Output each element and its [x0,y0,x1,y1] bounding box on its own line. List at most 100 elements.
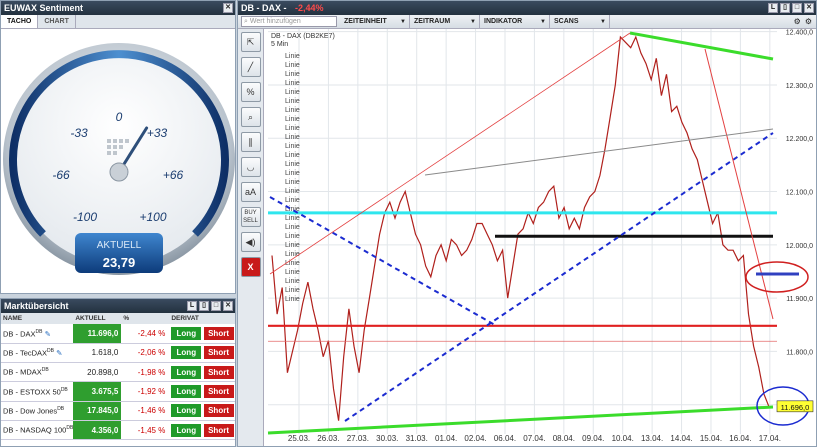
col-aktuell[interactable]: AKTUELL [73,313,122,324]
y-tick-label: 12.300,0 [786,83,813,90]
sentiment-panel: EUWAX Sentiment ✕ TACHO CHART 0 -33 +33 … [0,0,236,294]
row-pct: -1,46 % [121,401,170,421]
pencil-icon[interactable]: ✎ [56,349,62,358]
menu-scans[interactable]: SCANS ▼ [550,14,610,29]
row-name[interactable]: DB - MDAXDB [1,362,74,383]
tab-chart[interactable]: CHART [38,15,76,28]
gear-icon[interactable]: ⚙ [805,17,812,26]
row-value: 3.675,5 [73,381,122,402]
window-maximize-icon[interactable]: □ [211,301,221,311]
drawing-line-label: Linie [285,152,300,159]
link-icon[interactable]: L [187,301,197,311]
gauge-label-minus100: -100 [73,210,97,224]
parallel-icon[interactable]: ∥ [240,132,261,152]
current-price-label: 11.696,0 [781,403,810,412]
drawing-line-label: Linie [285,278,300,285]
drawing-line-label: Linie [285,287,300,294]
table-row[interactable]: DB - ESTOXX 50DB 3.675,5 -1,92 % Long Short [1,381,235,402]
chart-background [265,29,816,446]
long-button[interactable]: Long [171,404,202,418]
drawing-line-label: Linie [285,215,300,222]
current-value: 23,79 [103,255,136,270]
window-close-icon[interactable]: ✕ [223,301,233,311]
sentiment-tabs: TACHO CHART [1,15,235,29]
drawing-line-label: Linie [285,107,300,114]
long-button[interactable]: Long [171,365,202,379]
window-maximize-icon[interactable]: □ [792,3,802,13]
pencil-icon[interactable]: ✎ [45,329,51,338]
row-value: 11.696,0 [73,324,122,344]
table-row[interactable]: DB - NASDAQ 100DB 4.356,0 -1,45 % Long Shor… [1,420,235,441]
table-row[interactable]: DB - MDAXDB 20.898,0 -1,98 % Long Short [1,362,235,383]
row-name[interactable]: DB - ESTOXX 50DB [1,381,74,402]
y-tick-label: 12.100,0 [786,190,813,197]
short-button[interactable]: Short [203,404,234,418]
drawing-line-label: Linie [285,98,300,105]
x-tick-label: 02.04. [464,434,486,443]
short-button[interactable]: Short [203,385,234,399]
x-tick-label: 09.04. [582,434,604,443]
table-row[interactable]: DB - Dow JonesDB 17.845,0 -1,46 % Long Shor… [1,401,235,421]
zoom-icon[interactable]: ⌕ [240,107,261,127]
window-restore-icon[interactable]: ▯ [199,301,209,311]
drawing-line-label: Linie [285,260,300,267]
price-chart[interactable]: 25.03. 26.03. 27.03. 30.03. 31.03. 01.04. 02.0… [265,29,817,447]
drawing-line-label: Linie [285,89,300,96]
long-button[interactable]: Long [171,346,202,360]
drawing-line-label: Linie [285,125,300,132]
row-name[interactable]: DB - DAXDB ✎ [1,324,74,344]
tab-tacho[interactable]: TACHO [1,15,39,28]
curve-icon[interactable]: ◡ [240,157,261,177]
pointer-icon[interactable]: ⇱ [240,32,261,52]
long-button[interactable]: Long [171,326,202,340]
gauge-label-minus33: -33 [70,126,88,140]
row-derivat: Long Short [169,420,235,441]
row-name[interactable]: DB - Dow JonesDB [1,401,74,421]
short-button[interactable]: Short [203,326,234,340]
drawing-line-label: Linie [285,251,300,258]
search-icon: ⌕ [244,18,248,25]
x-tick-label: 25.03. [288,434,310,443]
menu-zeitraum[interactable]: ZEITRAUM ▼ [410,14,480,29]
long-button[interactable]: Long [171,423,202,437]
menu-zeiteinheit[interactable]: ZEITEINHEIT ▼ [340,14,410,29]
x-tick-label: 30.03. [376,434,398,443]
short-button[interactable]: Short [203,365,234,379]
col-pct[interactable]: % [121,313,170,324]
text-icon[interactable]: aA [240,182,261,202]
drawing-line-label: Linie [285,71,300,78]
row-name[interactable]: DB - TecDAXDB ✎ [1,343,74,364]
percent-icon[interactable]: % [240,82,261,102]
short-button[interactable]: Short [203,423,234,437]
window-close-icon[interactable]: ✕ [804,3,814,13]
close-icon[interactable]: X [240,257,261,277]
chart-window: DB - DAX - -2,44% L ▯ □ ✕ ⌕ Wert hinzufü… [237,0,817,447]
window-restore-icon[interactable]: ▯ [780,3,790,13]
x-tick-label: 13.04. [641,434,663,443]
row-name[interactable]: DB - NASDAQ 100DB [1,420,74,441]
window-close-icon[interactable]: ✕ [223,3,233,13]
sound-icon[interactable]: ◀) [240,232,261,252]
add-symbol-input[interactable]: ⌕ Wert hinzufügen [241,16,337,27]
buy-sell-icon[interactable]: BUY SELL [240,207,261,227]
drawing-line-label: Linie [285,62,300,69]
table-row[interactable]: DB - TecDAXDB ✎ 1.618,0 -2,06 % Long Short [1,343,235,364]
x-tick-label: 14.04. [670,434,692,443]
link-icon[interactable]: L [768,3,778,13]
row-pct: -2,44 % [121,324,170,344]
drawing-line-label: Linie [285,53,300,60]
settings-icon[interactable]: ⚙ [794,17,801,26]
line-icon[interactable]: ╱ [240,57,261,77]
gauge-label-minus66: -66 [52,168,70,182]
gauge-label-plus66: +66 [163,168,184,182]
drawing-line-label: Linie [285,233,300,240]
table-row[interactable]: DB - DAXDB ✎ 11.696,0 -2,44 % Long Short [1,324,235,344]
short-button[interactable]: Short [203,346,234,360]
gauge-label-plus100: +100 [139,210,166,224]
y-tick-label: 12.400,0 [786,30,813,37]
x-tick-label: 26.03. [317,434,339,443]
current-label: AKTUELL [97,240,142,251]
col-name[interactable]: NAME [1,313,74,324]
long-button[interactable]: Long [171,385,202,399]
menu-indikator[interactable]: INDIKATOR ▼ [480,14,550,29]
